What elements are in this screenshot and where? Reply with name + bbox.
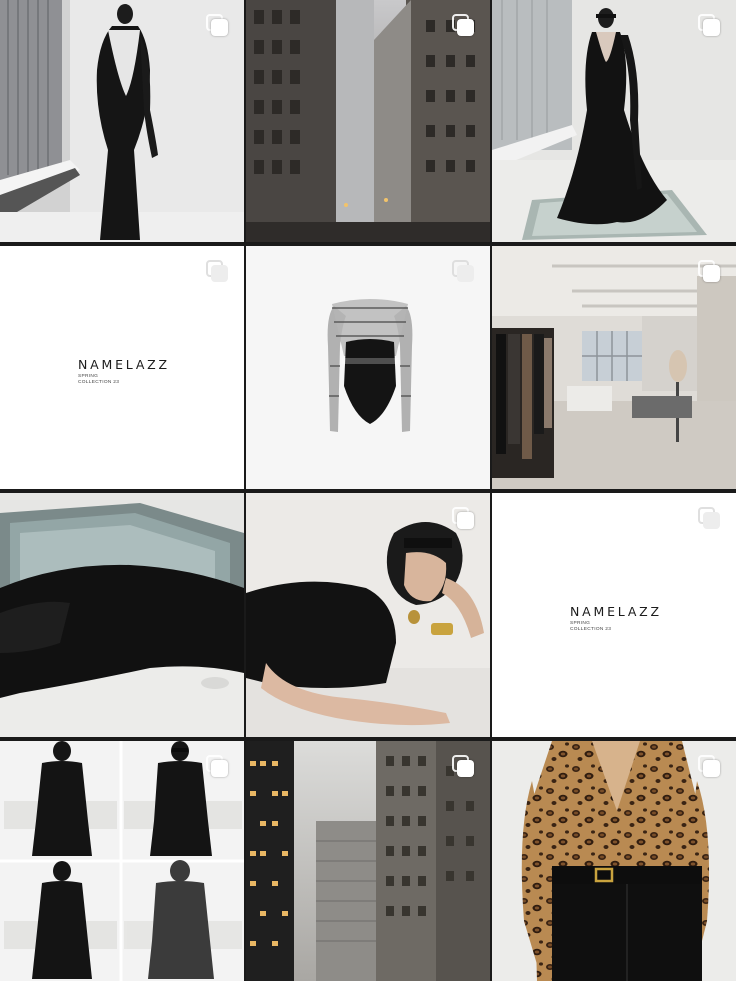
multiple-photos-icon [698, 14, 722, 38]
post-tile-model-halter-top[interactable] [246, 493, 490, 737]
post-tile-brand-card[interactable]: NAMELAZZ SPRING COLLECTION 23 [492, 493, 736, 737]
post-tile-brand-card[interactable]: NAMELAZZ SPRING COLLECTION 23 [0, 246, 244, 489]
post-tile-skyscrapers-fog[interactable] [246, 741, 490, 981]
collection-label: COLLECTION 23 [78, 379, 120, 385]
post-tile-leopard-blouse[interactable] [492, 741, 736, 981]
multiple-photos-icon [452, 14, 476, 38]
post-tile-sheer-bodysuit[interactable] [246, 246, 490, 489]
profile-post-grid: NAMELAZZ SPRING COLLECTION 23 NAMELAZZ S… [0, 0, 736, 981]
multiple-photos-icon [698, 755, 722, 779]
brand-block: NAMELAZZ SPRING COLLECTION 23 [78, 358, 170, 385]
multiple-photos-icon [452, 755, 476, 779]
multiple-photos-icon [206, 260, 230, 284]
brand-name: NAMELAZZ [78, 357, 170, 372]
post-tile-suit-collage[interactable] [0, 741, 244, 981]
post-tile-model-open-back-dress[interactable] [0, 0, 244, 242]
brand-name: NAMELAZZ [570, 604, 662, 619]
post-tile-foggy-street[interactable] [246, 0, 490, 242]
multiple-photos-icon [698, 260, 722, 284]
post-tile-design-studio[interactable] [492, 246, 736, 489]
multiple-photos-icon [698, 507, 722, 531]
brand-block: NAMELAZZ SPRING COLLECTION 23 [570, 605, 662, 632]
multiple-photos-icon [452, 507, 476, 531]
multiple-photos-icon [206, 14, 230, 38]
multiple-photos-icon [452, 260, 476, 284]
multiple-photos-icon [206, 755, 230, 779]
post-image [0, 493, 244, 737]
collection-label: COLLECTION 23 [570, 626, 612, 632]
post-tile-model-reclining-gown[interactable] [0, 493, 244, 737]
post-tile-model-gown-glass-floor[interactable] [492, 0, 736, 242]
